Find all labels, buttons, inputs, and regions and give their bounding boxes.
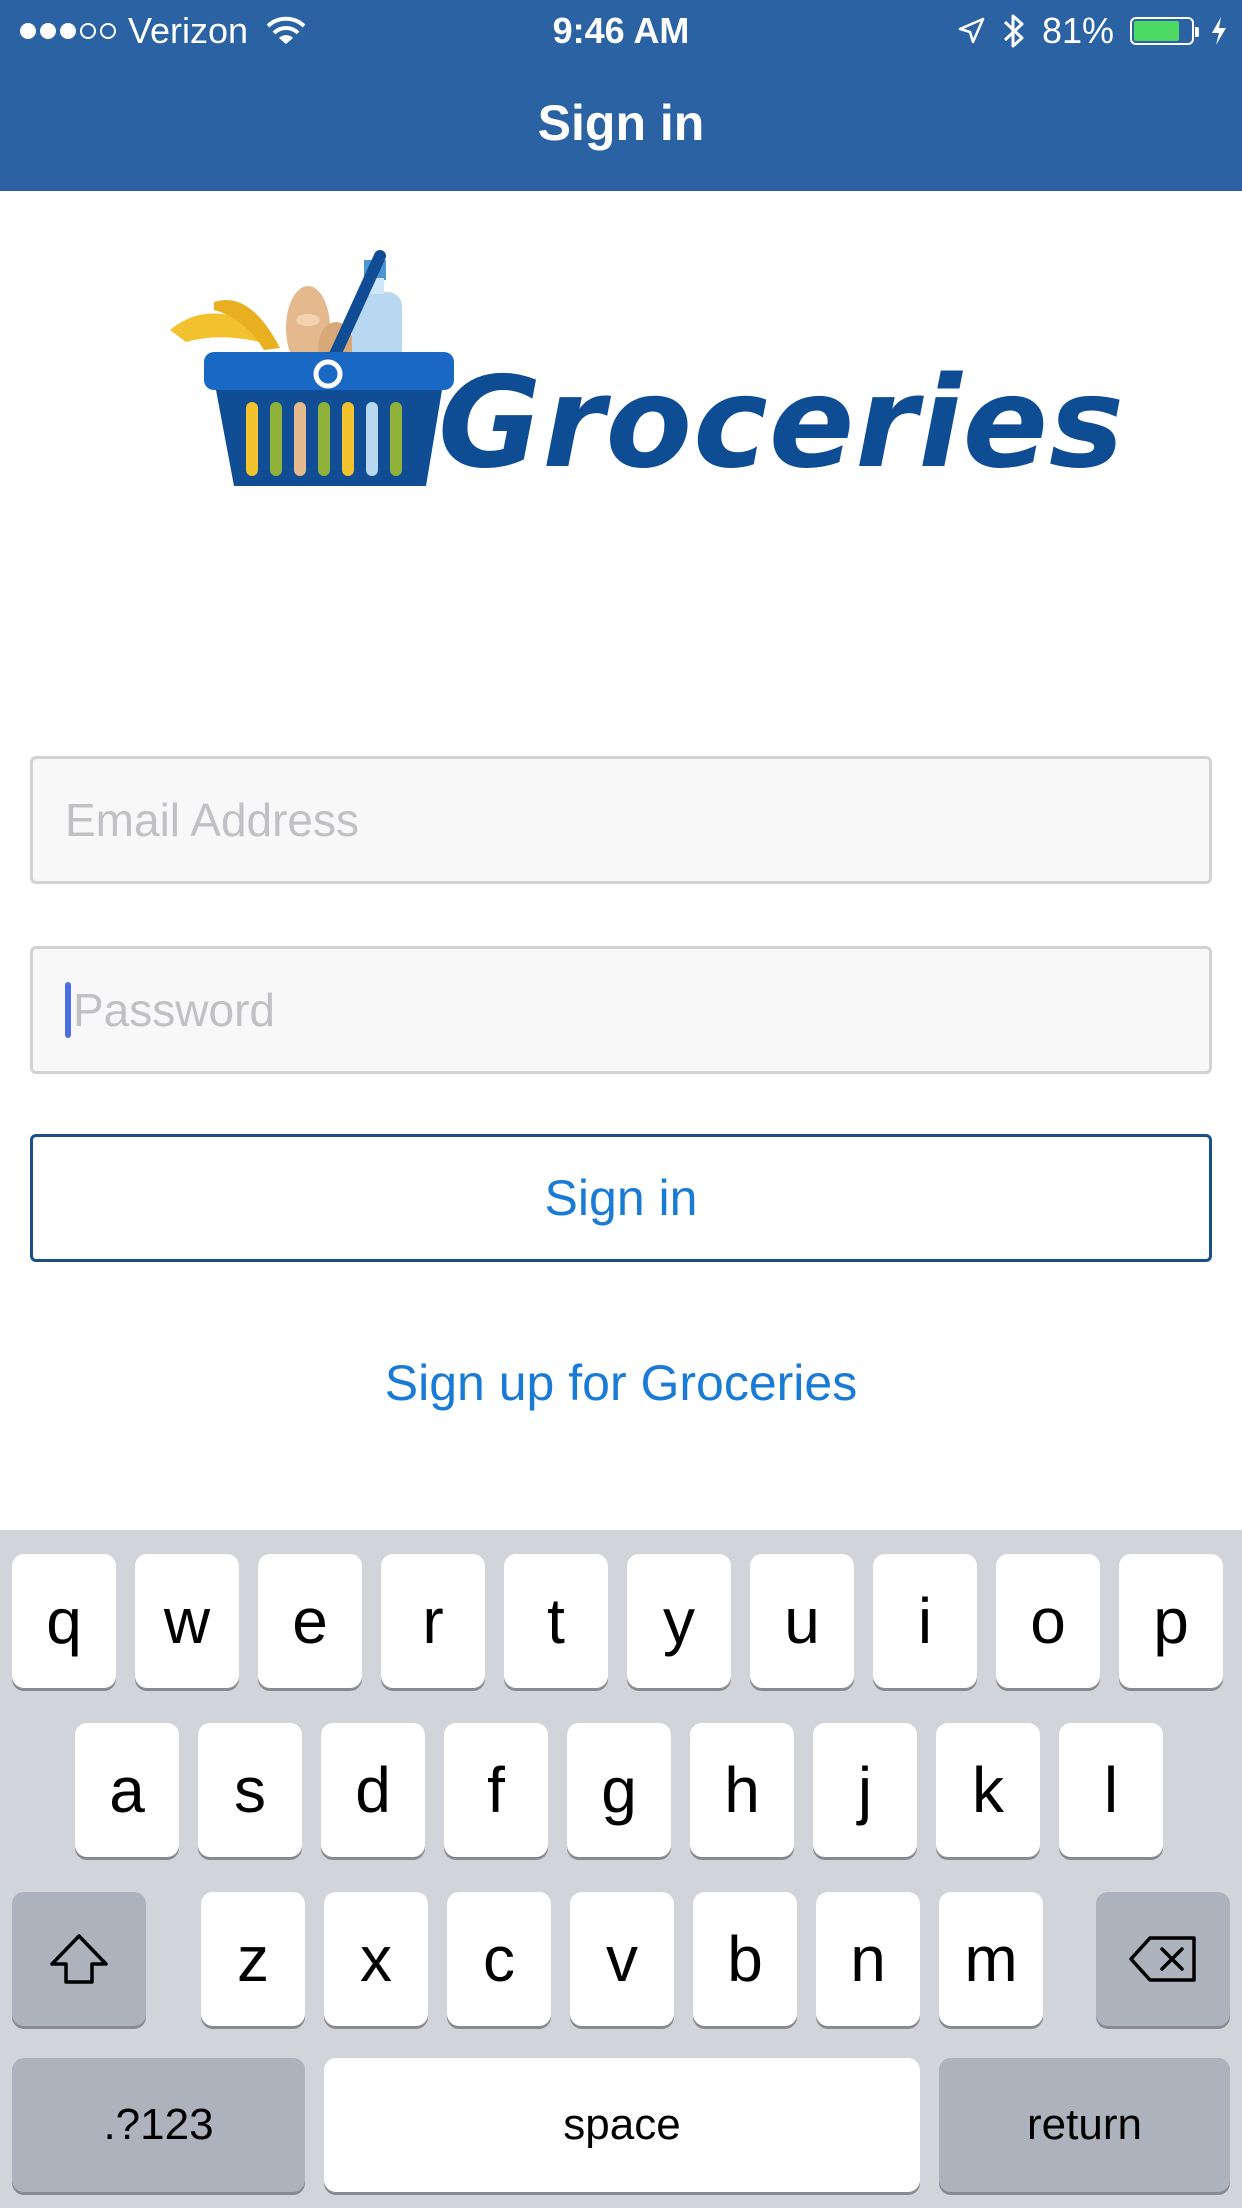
charging-bolt-icon: [1212, 17, 1226, 45]
key-z[interactable]: z: [201, 1892, 305, 2026]
return-key[interactable]: return: [939, 2058, 1230, 2192]
key-m[interactable]: m: [939, 1892, 1043, 2026]
location-arrow-icon: [958, 17, 985, 44]
key-w[interactable]: w: [135, 1554, 239, 1688]
key-g[interactable]: g: [567, 1723, 671, 1857]
battery-percent: 81%: [1041, 10, 1114, 51]
key-y[interactable]: y: [627, 1554, 731, 1688]
key-v[interactable]: v: [570, 1892, 674, 2026]
key-r[interactable]: r: [381, 1554, 485, 1688]
key-b[interactable]: b: [693, 1892, 797, 2026]
sign-up-link[interactable]: Sign up for Groceries: [0, 1354, 1242, 1412]
email-placeholder: Email Address: [65, 794, 360, 846]
space-key[interactable]: space: [324, 2058, 920, 2192]
key-a[interactable]: a: [75, 1723, 179, 1857]
grocery-basket-icon: [170, 250, 454, 486]
key-c[interactable]: c: [447, 1892, 551, 2026]
key-x[interactable]: x: [324, 1892, 428, 2026]
key-d[interactable]: d: [321, 1723, 425, 1857]
key-l[interactable]: l: [1059, 1723, 1163, 1857]
key-e[interactable]: e: [258, 1554, 362, 1688]
groceries-logo: Groceries: [168, 250, 1124, 495]
key-j[interactable]: j: [813, 1723, 917, 1857]
key-t[interactable]: t: [504, 1554, 608, 1688]
numbers-key[interactable]: .?123: [12, 2058, 305, 2192]
text-cursor: [65, 982, 71, 1038]
bluetooth-icon: [1003, 14, 1024, 48]
key-o[interactable]: o: [996, 1554, 1100, 1688]
email-field[interactable]: Email Address: [30, 756, 1212, 884]
sign-in-button-label: Sign in: [544, 1170, 698, 1226]
backspace-key[interactable]: [1096, 1892, 1230, 2026]
password-placeholder: Password: [73, 984, 275, 1036]
key-f[interactable]: f: [444, 1723, 548, 1857]
shift-arrow-icon: [50, 1934, 108, 1984]
logo-wordmark: Groceries: [438, 349, 1126, 496]
key-n[interactable]: n: [816, 1892, 920, 2026]
backspace-icon: [1129, 1936, 1196, 1982]
key-u[interactable]: u: [750, 1554, 854, 1688]
key-p[interactable]: p: [1119, 1554, 1223, 1688]
status-bar: Verizon 9:46 AM 81%: [0, 0, 1242, 62]
battery-icon: [1130, 17, 1199, 45]
shift-key[interactable]: [12, 1892, 146, 2026]
key-h[interactable]: h: [690, 1723, 794, 1857]
key-k[interactable]: k: [936, 1723, 1040, 1857]
key-i[interactable]: i: [873, 1554, 977, 1688]
password-field[interactable]: Password: [30, 946, 1212, 1074]
key-q[interactable]: q: [12, 1554, 116, 1688]
nav-title: Sign in: [537, 95, 705, 151]
keyboard: .?123 space return qwertyuiop asdfghjkl zx…: [0, 1530, 1242, 2208]
sign-in-button[interactable]: Sign in: [30, 1134, 1212, 1262]
key-s[interactable]: s: [198, 1723, 302, 1857]
navigation-bar: Verizon 9:46 AM 81% Sign in: [0, 0, 1242, 191]
